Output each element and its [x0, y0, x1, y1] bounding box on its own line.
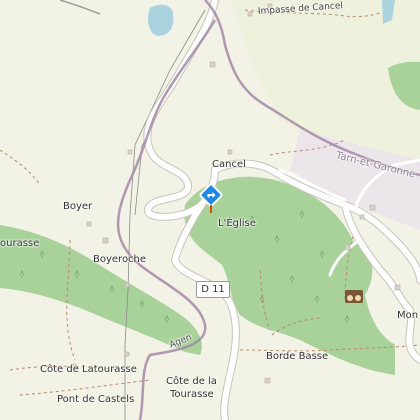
place-label-cote-tourasse-line1: Côte de la [166, 376, 217, 387]
place-label-eglise: L'Église [218, 218, 256, 229]
place-label-cote-tourasse-line2: Tourasse [170, 389, 214, 400]
place-label-cote-latourasse: Côte de Latourasse [40, 364, 137, 375]
place-label-tourasse: ourasse [0, 238, 40, 249]
place-label-borde-basse: Borde Basse [266, 351, 329, 362]
place-label-boyeroche: Boyeroche [93, 254, 147, 265]
binoculars-icon [345, 290, 363, 303]
road-shield-d11: D 11 [196, 281, 230, 298]
marker-pin-stem [210, 205, 212, 213]
directions-marker-icon[interactable] [199, 183, 223, 207]
place-label-mon: Mon [397, 310, 419, 321]
place-label-boyer: Boyer [63, 201, 93, 212]
place-label-cancel: Cancel [212, 159, 246, 170]
map-view[interactable]: D 11 Impasse de Cancel Tarn-et-Garonne C… [0, 0, 420, 420]
place-label-pont-castels: Pont de Castels [57, 394, 135, 405]
